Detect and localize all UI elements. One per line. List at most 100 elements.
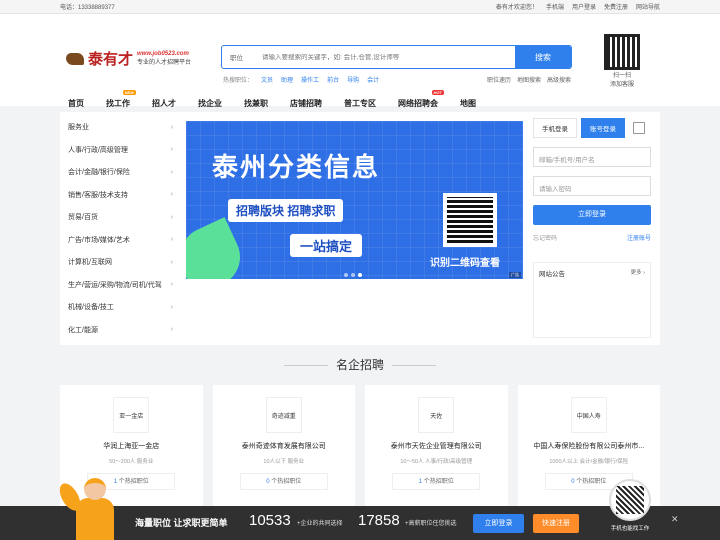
nav-part-time[interactable]: 找兼职	[244, 98, 268, 109]
category-item[interactable]: 计算机/互联网 ›	[68, 251, 173, 274]
job-count: 17858	[358, 512, 400, 529]
footer-register-button[interactable]: 快速注册	[533, 514, 579, 533]
quick-link[interactable]: 地图搜索	[517, 75, 541, 84]
quick-link[interactable]: 高级搜索	[547, 75, 571, 84]
hot-jobs-button[interactable]: 1 个热招职位	[392, 473, 481, 490]
nav-companies[interactable]: 找企业	[198, 98, 222, 109]
floating-qr[interactable]: 手机也能找工作	[599, 479, 661, 540]
register-link[interactable]: 注册账号	[627, 233, 651, 242]
company-name: 中国人寿保险股份有限公司泰州市...	[533, 443, 645, 450]
tab-phone-login[interactable]: 手机登录	[533, 118, 577, 138]
company-name: 泰州市天佐企业管理有限公司	[390, 443, 482, 450]
banner-scan-text: 识别二维码查看	[430, 258, 500, 269]
chevron-right-icon: ›	[170, 123, 173, 131]
search-type-select[interactable]: 职位	[222, 52, 262, 62]
company-logo: 天佐	[418, 397, 455, 433]
banner-tag: 招聘版块 招聘求职	[228, 199, 344, 222]
close-icon[interactable]: ✕	[671, 514, 679, 525]
nav-workers[interactable]: 普工专区	[344, 98, 376, 109]
topbar-links: 泰有才欢迎您！ 手机端 用户登录 免费注册 网站导航	[496, 2, 660, 11]
hot-item[interactable]: 操作工	[301, 75, 319, 84]
category-list: 服务业 › 人事/行政/高级管理 › 会计/金融/银行/保险 › 销售/客服/技术支持…	[68, 116, 173, 341]
category-item[interactable]: 销售/客服/技术支持 ›	[68, 184, 173, 207]
hot-search: 热搜职位： 文员 助理 操作工 前台 导购 会计	[223, 75, 379, 84]
logo-brand: 泰有才	[88, 50, 134, 68]
company-logo: 奇迹减重	[265, 397, 302, 433]
footer-slogan: 海量职位 让求职更简单	[135, 518, 228, 528]
hot-item[interactable]: 会计	[367, 75, 379, 84]
notice-box: 网站公告 更多 ›	[533, 262, 651, 338]
company-count-label: +企业的共同选择	[297, 521, 343, 527]
banner-title: 泰州分类信息	[212, 152, 381, 182]
qr-code-icon	[443, 193, 497, 247]
chevron-right-icon: ›	[170, 213, 173, 221]
promo-banner[interactable]: 泰州分类信息 招聘版块 招聘求职 一站搞定 识别二维码查看 广告	[186, 121, 523, 279]
chevron-right-icon: ›	[170, 191, 173, 199]
notice-title: 网站公告	[539, 271, 565, 278]
tab-account-login[interactable]: 账号登录	[581, 118, 625, 138]
category-item[interactable]: 服务业 ›	[68, 116, 173, 139]
category-item[interactable]: 贸易/百货 ›	[68, 206, 173, 229]
service-qr: 扫一扫 添加客服	[604, 34, 640, 88]
nav-home[interactable]: 首页	[68, 98, 84, 109]
company-name: 华润上海亚一金店	[103, 443, 160, 450]
carousel-dots	[344, 273, 362, 277]
nav-recruit[interactable]: 招人才	[152, 98, 176, 109]
banner-tag: 一站搞定	[290, 234, 363, 257]
category-item[interactable]: 生产/营运/采购/物流/司机/代驾 ›	[68, 274, 173, 297]
carousel-dot[interactable]	[344, 273, 348, 277]
hot-item[interactable]: 前台	[327, 75, 339, 84]
carousel-dot[interactable]	[351, 273, 355, 277]
section-title: 名企招聘	[0, 356, 720, 373]
hot-item[interactable]: 文员	[261, 75, 273, 84]
nav-job-fair[interactable]: 网络招聘会 HOT	[398, 90, 444, 109]
quick-link[interactable]: 职位速历	[487, 75, 511, 84]
user-login-link[interactable]: 用户登录	[572, 2, 596, 11]
qr-login-icon[interactable]	[633, 122, 645, 134]
company-card[interactable]: 天佐 泰州市天佐企业管理有限公司 10～50人 人事/行政/高级管理 1 个热招…	[365, 385, 508, 510]
mascot-illustration	[55, 478, 126, 540]
main-nav: 首页 找工作 NEW 招人才 找企业 找兼职 店铺招聘 普工专区 网络招聘会 HOT…	[68, 90, 476, 109]
carousel-dot[interactable]	[358, 273, 362, 277]
nav-map[interactable]: 地图	[460, 98, 476, 109]
chevron-right-icon: ›	[170, 146, 173, 154]
notice-more-link[interactable]: 更多 ›	[631, 268, 645, 278]
company-info: 10人以下 服务业	[263, 459, 305, 465]
site-nav-link[interactable]: 网站导航	[636, 2, 660, 11]
company-logo: 亚一金店	[113, 397, 150, 433]
category-item[interactable]: 机械/设备/技工 ›	[68, 296, 173, 319]
category-item[interactable]: 会计/金融/银行/保险 ›	[68, 161, 173, 184]
logo-slogan: 专业的人才招聘平台	[137, 60, 192, 66]
nav-find-job[interactable]: 找工作 NEW	[106, 90, 136, 109]
free-register-link[interactable]: 免费注册	[604, 2, 628, 11]
hot-item[interactable]: 导购	[347, 75, 359, 84]
site-logo[interactable]: 泰有才 www.job0523.com 专业的人才招聘平台	[66, 48, 191, 69]
hot-item[interactable]: 助理	[281, 75, 293, 84]
password-field[interactable]: 请输入密码	[533, 176, 651, 196]
nav-store-jobs[interactable]: 店铺招聘	[290, 98, 322, 109]
chevron-right-icon: ›	[170, 258, 173, 266]
company-count: 10533	[249, 512, 291, 529]
qr-code-icon	[609, 479, 651, 521]
hot-badge: HOT	[431, 90, 444, 95]
username-field[interactable]: 邮箱/手机号/用户名	[533, 147, 651, 167]
mobile-link[interactable]: 手机端	[546, 2, 564, 11]
company-card[interactable]: 奇迹减重 泰州奇迹体育发展有限公司 10人以下 服务业 0 个热招职位	[212, 385, 355, 510]
category-item[interactable]: 化工/能源 ›	[68, 319, 173, 342]
phone-text: 电话：13338889377	[60, 5, 115, 11]
forgot-password-link[interactable]: 忘记密码	[533, 233, 557, 242]
login-button[interactable]: 立即登录	[533, 205, 651, 225]
ad-label: 广告	[509, 272, 521, 278]
company-logo: 中国人寿	[570, 397, 607, 433]
hot-label: 热搜职位：	[223, 78, 254, 84]
category-item[interactable]: 人事/行政/高级管理 ›	[68, 139, 173, 162]
category-item[interactable]: 广告/市场/媒体/艺术 ›	[68, 229, 173, 252]
footer-login-button[interactable]: 立即登录	[473, 514, 524, 533]
horse-icon	[66, 52, 84, 65]
company-info: 1000人以上 会计/金融/银行/保险	[549, 459, 629, 465]
hot-jobs-button[interactable]: 0 个热招职位	[239, 473, 328, 490]
search-button[interactable]: 搜索	[515, 46, 571, 68]
welcome-text: 泰有才欢迎您！	[495, 5, 538, 11]
search-input[interactable]	[262, 53, 515, 61]
company-info: 50～200人 服务业	[109, 459, 154, 465]
